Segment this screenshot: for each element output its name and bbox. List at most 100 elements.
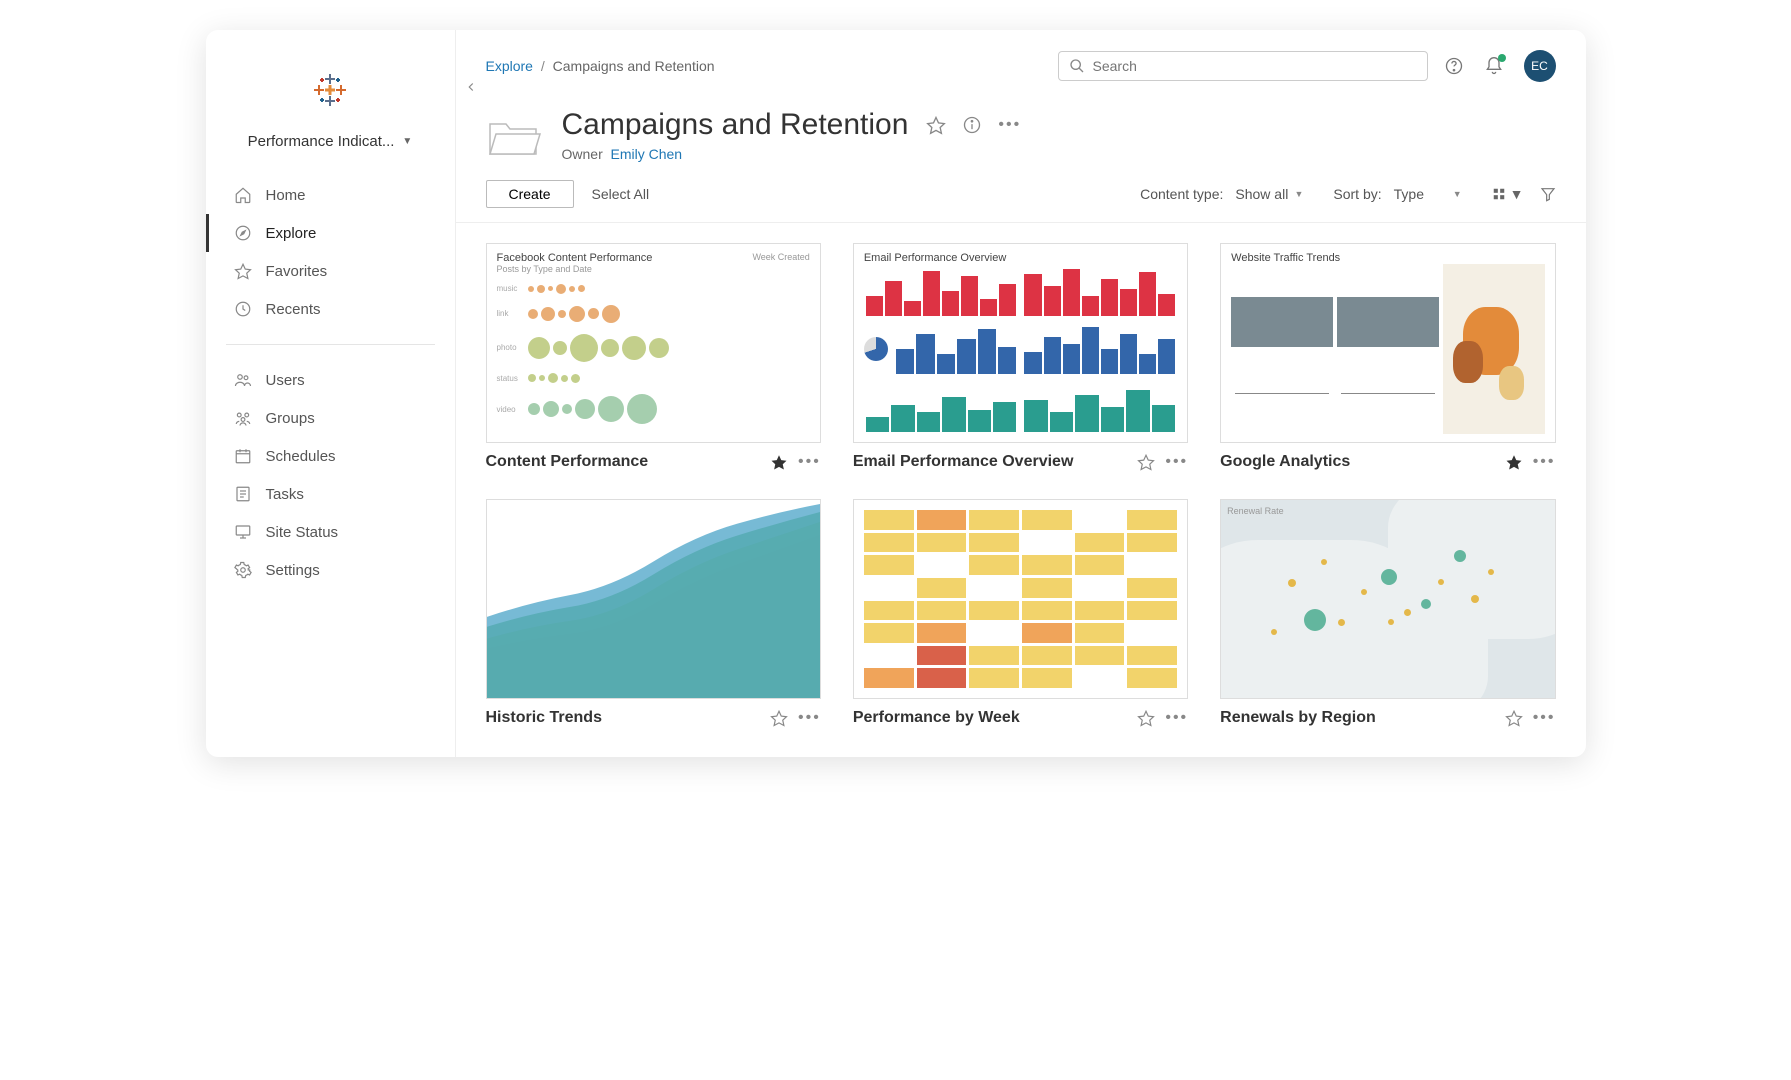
breadcrumb-separator: / [541, 58, 545, 74]
favorite-page-button[interactable] [926, 115, 946, 135]
content-type-select[interactable]: Show all ▼ [1229, 184, 1309, 204]
favorite-button[interactable] [1505, 453, 1523, 471]
sidebar-item-schedules[interactable]: Schedules [206, 437, 455, 475]
notification-dot [1498, 54, 1506, 62]
nav-label: Site Status [266, 524, 339, 541]
nav-label: Home [266, 187, 306, 204]
favorite-button[interactable] [1137, 709, 1155, 727]
user-avatar[interactable]: EC [1524, 50, 1556, 82]
page-title: Campaigns and Retention [562, 108, 909, 142]
nav-label: Schedules [266, 448, 336, 465]
thumb-subtitle: Posts by Type and Date [497, 264, 653, 274]
sort-by-select[interactable]: Type ▼ [1388, 184, 1468, 204]
sidebar-collapse-button[interactable] [464, 80, 478, 94]
help-button[interactable] [1444, 56, 1464, 76]
favorite-button[interactable] [770, 453, 788, 471]
favorite-button[interactable] [1505, 709, 1523, 727]
workbook-title[interactable]: Content Performance [486, 453, 771, 471]
workbook-thumbnail[interactable]: Website Traffic Trends [1220, 243, 1555, 443]
thumb-title: Website Traffic Trends [1231, 252, 1544, 264]
grid-icon [1492, 187, 1506, 201]
owner-link[interactable]: Emily Chen [611, 146, 683, 162]
workbook-thumbnail[interactable] [853, 499, 1188, 699]
filter-button[interactable] [1540, 186, 1556, 202]
nav-label: Explore [266, 225, 317, 242]
app-window: Performance Indicat... ▼ Home Explore [206, 30, 1586, 757]
project-name: Performance Indicat... [248, 133, 395, 150]
workbook-thumbnail[interactable]: Renewal Rate [1220, 499, 1555, 699]
avatar-initials: EC [1531, 59, 1548, 73]
workbook-title[interactable]: Historic Trends [486, 709, 771, 727]
info-button[interactable] [962, 115, 982, 135]
owner-label: Owner [562, 146, 603, 162]
main-content: Explore / Campaigns and Retention EC [456, 30, 1586, 757]
page-header: Campaigns and Retention ••• Owner Emily … [456, 88, 1586, 176]
workbook-thumbnail[interactable] [486, 499, 821, 699]
content-type-value: Show all [1235, 186, 1288, 202]
topbar-actions: EC [1444, 50, 1556, 82]
sidebar-item-users[interactable]: Users [206, 361, 455, 399]
breadcrumb: Explore / Campaigns and Retention [486, 58, 715, 74]
notifications-button[interactable] [1484, 56, 1504, 76]
sidebar-item-recents[interactable]: Recents [206, 290, 455, 328]
sort-by-value: Type [1394, 186, 1424, 202]
search-input[interactable] [1093, 58, 1417, 74]
workbook-title[interactable]: Performance by Week [853, 709, 1138, 727]
compass-icon [234, 224, 252, 242]
card-more-button[interactable]: ••• [1533, 709, 1556, 727]
project-selector[interactable]: Performance Indicat... ▼ [230, 133, 431, 150]
workbook-title[interactable]: Google Analytics [1220, 453, 1505, 471]
thumb-title: Email Performance Overview [864, 252, 1177, 264]
caret-down-icon: ▼ [1294, 189, 1303, 199]
nav-label: Tasks [266, 486, 304, 503]
sidebar-item-favorites[interactable]: Favorites [206, 252, 455, 290]
toolbar: Create Select All Content type: Show all… [456, 176, 1586, 223]
card-more-button[interactable]: ••• [1533, 453, 1556, 471]
sidebar-item-home[interactable]: Home [206, 176, 455, 214]
page-title-block: Campaigns and Retention ••• Owner Emily … [562, 108, 1022, 162]
select-all-button[interactable]: Select All [592, 186, 650, 202]
groups-icon [234, 409, 252, 427]
caret-down-icon: ▼ [402, 136, 412, 147]
workbook-thumbnail[interactable]: Facebook Content Performance Posts by Ty… [486, 243, 821, 443]
nav-label: Favorites [266, 263, 328, 280]
search-field[interactable] [1058, 51, 1428, 81]
sidebar-item-settings[interactable]: Settings [206, 551, 455, 589]
nav-label: Settings [266, 562, 320, 579]
workbook-card: Performance by Week ••• [853, 499, 1188, 727]
workbook-card: Website Traffic Trends [1220, 243, 1555, 471]
workbook-card: Facebook Content Performance Posts by Ty… [486, 243, 821, 471]
tableau-logo [206, 50, 455, 123]
users-icon [234, 371, 252, 389]
favorite-button[interactable] [1137, 453, 1155, 471]
view-mode-toggle[interactable]: ▼ [1492, 186, 1524, 202]
gear-icon [234, 561, 252, 579]
monitor-icon [234, 523, 252, 541]
caret-down-icon: ▼ [1510, 186, 1524, 202]
sidebar-item-tasks[interactable]: Tasks [206, 475, 455, 513]
page-more-button[interactable]: ••• [998, 116, 1021, 134]
card-more-button[interactable]: ••• [798, 709, 821, 727]
card-more-button[interactable]: ••• [798, 453, 821, 471]
card-more-button[interactable]: ••• [1165, 709, 1188, 727]
card-more-button[interactable]: ••• [1165, 453, 1188, 471]
sidebar-item-site-status[interactable]: Site Status [206, 513, 455, 551]
nav-label: Recents [266, 301, 321, 318]
breadcrumb-root-link[interactable]: Explore [486, 58, 533, 74]
content-grid: Facebook Content Performance Posts by Ty… [456, 223, 1586, 757]
workbook-card: Renewal Rate [1220, 499, 1555, 727]
sidebar-item-explore[interactable]: Explore [206, 214, 455, 252]
sidebar-item-groups[interactable]: Groups [206, 399, 455, 437]
workbook-title[interactable]: Email Performance Overview [853, 453, 1138, 471]
nav-label: Groups [266, 410, 315, 427]
create-button[interactable]: Create [486, 180, 574, 208]
favorite-button[interactable] [770, 709, 788, 727]
nav-divider [226, 344, 435, 345]
caret-down-icon: ▼ [1453, 189, 1462, 199]
star-icon [234, 262, 252, 280]
tasks-icon [234, 485, 252, 503]
workbook-thumbnail[interactable]: Email Performance Overview [853, 243, 1188, 443]
workbook-title[interactable]: Renewals by Region [1220, 709, 1505, 727]
folder-open-icon [486, 114, 542, 160]
search-icon [1069, 58, 1085, 74]
